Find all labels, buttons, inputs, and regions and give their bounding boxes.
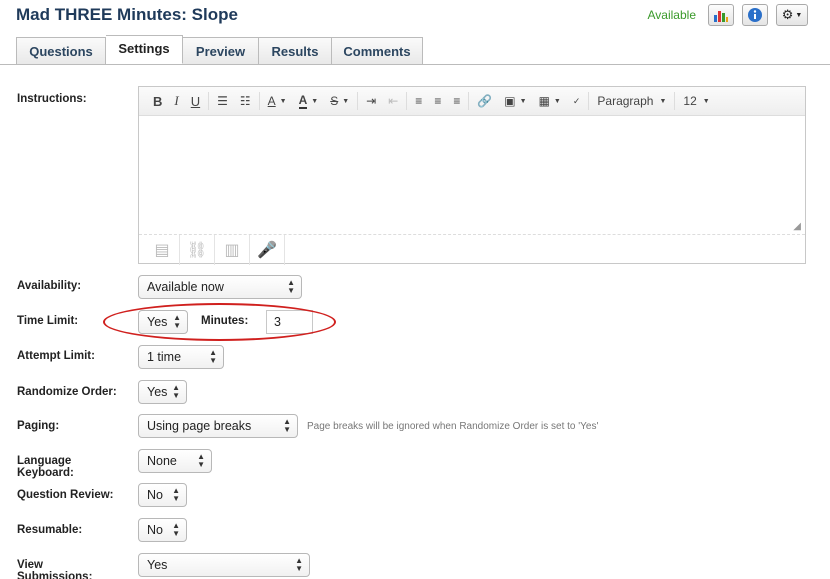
font-size-select[interactable]: 12 ▼ (677, 87, 715, 116)
tab-settings[interactable]: Settings (106, 35, 183, 64)
attempt-limit-select[interactable]: 1 time ▲ ▼ (138, 345, 224, 369)
view-submissions-value: Yes (147, 558, 168, 572)
gear-icon: ⚙ (781, 7, 794, 22)
tab-results[interactable]: Results (259, 37, 332, 65)
view-submissions-label-line1: View (17, 559, 43, 571)
toolbar-separator (588, 92, 590, 110)
text-color-icon[interactable]: A ▼ (262, 87, 293, 116)
record-audio-icon[interactable]: 🎤 (250, 234, 285, 265)
availability-value: Available now (147, 280, 224, 294)
toolbar-separator (357, 92, 359, 110)
toolbar-separator (406, 92, 408, 110)
paging-label: Paging: (17, 420, 60, 432)
underline-button[interactable]: U (185, 87, 206, 116)
question-review-select[interactable]: No ▲ ▼ (138, 483, 187, 507)
paragraph-format-label: Paragraph (597, 94, 654, 108)
link-icon[interactable]: 🔗 (471, 87, 498, 116)
tab-divider (0, 64, 830, 65)
availability-label: Availability: (17, 280, 82, 292)
chevron-down-icon: ▼ (795, 11, 803, 19)
language-label-line2: Keyboard: (17, 467, 74, 479)
results-chart-button[interactable] (708, 4, 734, 26)
select-arrows-icon: ▲ ▼ (295, 556, 303, 573)
bar-chart-icon (714, 11, 728, 22)
attempt-limit-label: Attempt Limit: (17, 350, 95, 362)
tab-bar: Questions Settings Preview Results Comme… (16, 35, 423, 65)
time-limit-label: Time Limit: (17, 315, 79, 327)
paging-value: Using page breaks (147, 419, 252, 433)
select-arrows-icon: ▲ ▼ (197, 452, 205, 469)
indent-icon[interactable]: ⇥ (360, 87, 382, 116)
bold-button[interactable]: B (147, 87, 168, 116)
select-arrows-icon: ▲ ▼ (172, 486, 180, 503)
insert-media-icon[interactable]: ▣ ▼ (498, 87, 532, 116)
tab-comments[interactable]: Comments (332, 37, 423, 65)
randomize-order-value: Yes (147, 385, 168, 399)
outdent-icon[interactable]: ⇤ (382, 87, 404, 116)
question-review-label: Question Review: (17, 489, 114, 501)
quicklink-icon[interactable]: ⛓ (180, 234, 215, 265)
instructions-label: Instructions: (17, 93, 87, 105)
toolbar-separator (674, 92, 676, 110)
paging-select[interactable]: Using page breaks ▲ ▼ (138, 414, 298, 438)
tab-preview[interactable]: Preview (183, 37, 259, 65)
align-left-icon[interactable]: ≡ (409, 87, 428, 116)
instructions-editor: B I U ☰ ☷ A ▼ A ▼ S ▼ ⇥ ⇤ ≡ ≡ ≡ 🔗 ▣ ▼ ▦ ▼ ✓ P… (138, 86, 806, 265)
resumable-select[interactable]: No ▲ ▼ (138, 518, 187, 542)
table-icon[interactable]: ▦ ▼ (533, 87, 567, 116)
toolbar-separator (258, 92, 260, 110)
resize-handle-icon[interactable]: ◢ (793, 221, 801, 232)
align-right-icon[interactable]: ≡ (447, 87, 466, 116)
resumable-label: Resumable: (17, 524, 83, 536)
numbered-list-icon[interactable]: ☷ (234, 87, 257, 116)
paragraph-format-select[interactable]: Paragraph ▼ (591, 87, 672, 116)
bullet-list-icon[interactable]: ☰ (211, 87, 234, 116)
strikethrough-icon[interactable]: S ▼ (324, 87, 355, 116)
language-keyboard-select[interactable]: None ▲ ▼ (138, 449, 212, 473)
language-keyboard-value: None (147, 454, 177, 468)
toolbar-separator (468, 92, 470, 110)
select-arrows-icon: ▲ ▼ (283, 417, 291, 434)
paging-hint: Page breaks will be ignored when Randomi… (307, 421, 599, 432)
select-arrows-icon: ▲ ▼ (172, 521, 180, 538)
select-arrows-icon: ▲ ▼ (209, 348, 217, 365)
spellcheck-icon[interactable]: ✓ (567, 87, 587, 116)
italic-button[interactable]: I (168, 87, 184, 116)
view-submissions-label: View Submissions: (17, 559, 92, 579)
settings-menu-button[interactable]: ⚙ ▼ (776, 4, 808, 26)
language-keyboard-label: Language Keyboard: (17, 455, 74, 479)
header-actions: Available ⚙ ▼ (648, 4, 808, 26)
resumable-value: No (147, 523, 163, 537)
toolbar-separator (208, 92, 210, 110)
font-size-label: 12 (683, 94, 697, 108)
select-arrows-icon: ▲ ▼ (287, 278, 295, 295)
equation-icon[interactable]: ▥ (215, 234, 250, 265)
attempt-limit-value: 1 time (147, 350, 182, 364)
highlight-oval (103, 303, 336, 341)
editor-bottom-toolbar: ▤ ⛓ ▥ 🎤 (139, 234, 805, 265)
language-label-line1: Language (17, 455, 72, 467)
view-submissions-select[interactable]: Yes ▲ ▼ (138, 553, 310, 577)
highlight-color-icon[interactable]: A ▼ (293, 87, 325, 116)
tab-questions[interactable]: Questions (16, 37, 106, 65)
info-button[interactable] (742, 4, 768, 26)
question-review-value: No (147, 488, 163, 502)
select-arrows-icon: ▲ ▼ (172, 383, 180, 400)
randomize-order-label: Randomize Order: (17, 386, 117, 398)
info-icon (748, 8, 762, 22)
status-label: Available (647, 8, 696, 22)
availability-select[interactable]: Available now ▲ ▼ (138, 275, 302, 299)
editor-toolbar: B I U ☰ ☷ A ▼ A ▼ S ▼ ⇥ ⇤ ≡ ≡ ≡ 🔗 ▣ ▼ ▦ ▼ ✓ P… (139, 87, 805, 116)
page-title: Mad THREE Minutes: Slope (16, 5, 238, 24)
insert-stuff-icon[interactable]: ▤ (145, 234, 180, 265)
randomize-order-select[interactable]: Yes ▲ ▼ (138, 380, 187, 404)
editor-text-area[interactable]: ◢ (139, 116, 805, 234)
view-submissions-label-line2: Submissions: (17, 571, 93, 579)
align-center-icon[interactable]: ≡ (428, 87, 447, 116)
